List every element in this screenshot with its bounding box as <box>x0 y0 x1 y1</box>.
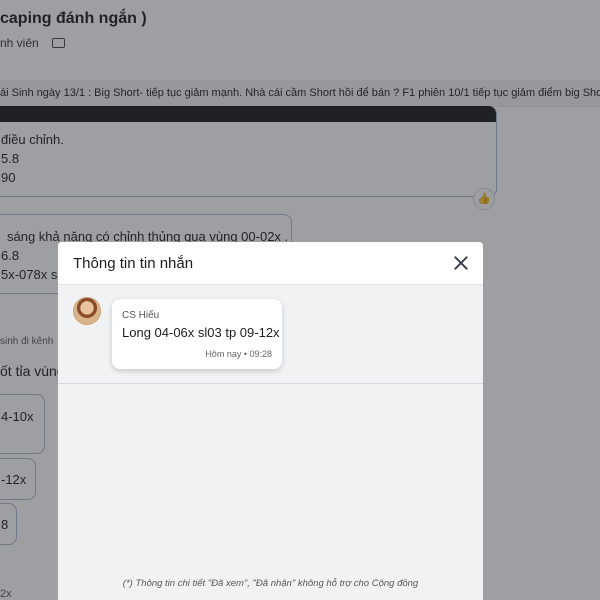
message-preview-section: CS Hiếu Long 04-06x sl03 tp 09-12x Hôm n… <box>58 285 483 384</box>
dialog-title: Thông tin tin nhắn <box>73 255 194 272</box>
close-icon[interactable] <box>451 253 471 273</box>
message-timestamp: Hôm nay • 09:28 <box>205 349 272 359</box>
dialog-header: Thông tin tin nhắn <box>58 242 483 285</box>
info-footnote: (*) Thông tin chi tiết "Đã xem", "Đã nhậ… <box>122 578 419 589</box>
sender-name: CS Hiếu <box>122 310 160 321</box>
message-text: Long 04-06x sl03 tp 09-12x <box>122 325 280 340</box>
avatar[interactable] <box>73 297 101 325</box>
message-card: CS Hiếu Long 04-06x sl03 tp 09-12x Hôm n… <box>112 299 282 369</box>
message-info-dialog: Thông tin tin nhắn CS Hiếu Long 04-06x s… <box>58 242 483 600</box>
